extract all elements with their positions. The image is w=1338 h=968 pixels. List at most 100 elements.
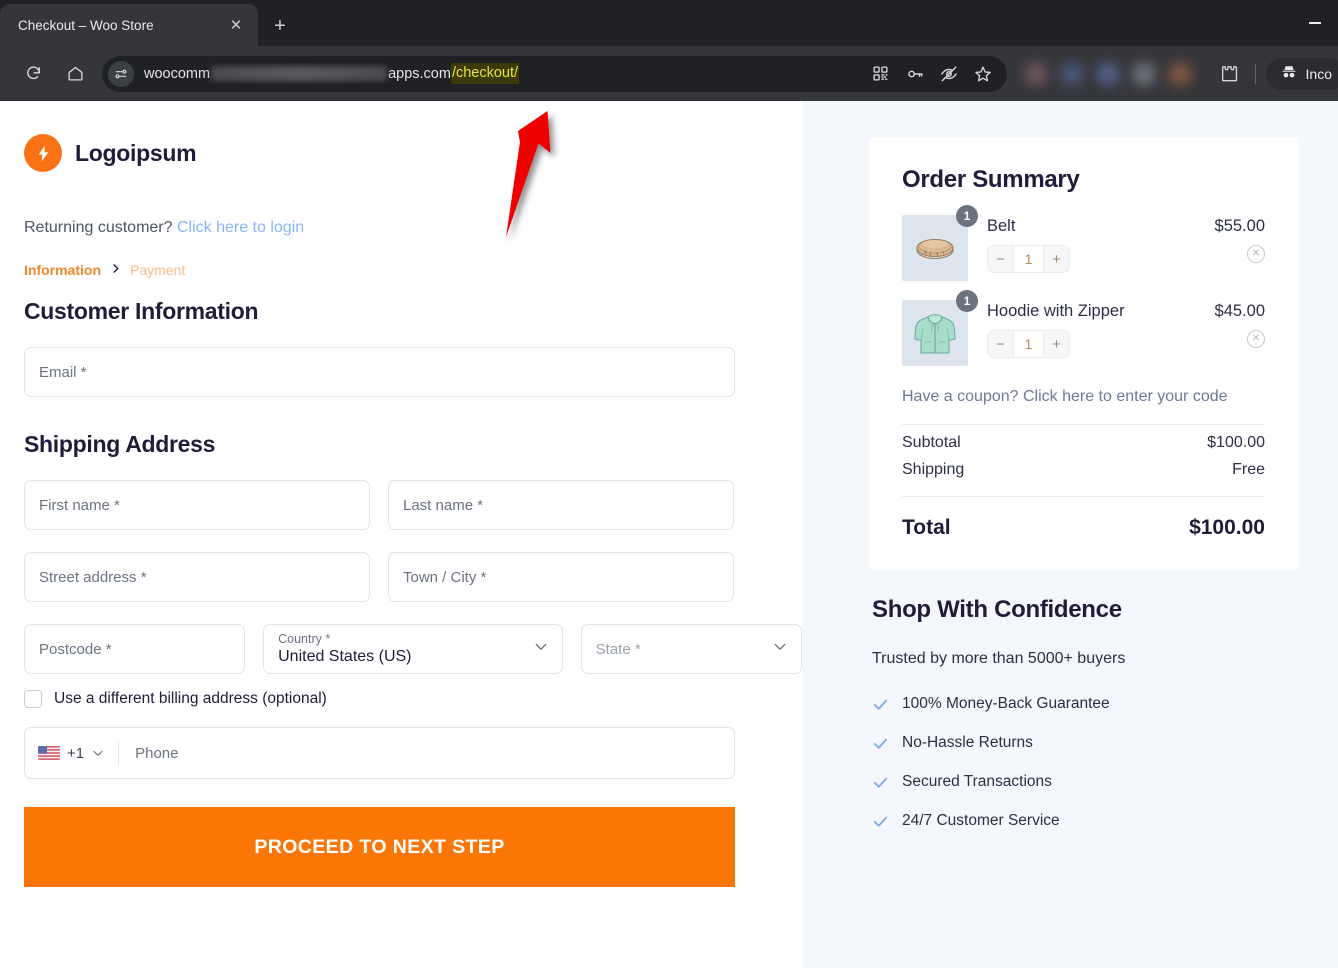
order-line-item: 1 Hoodie with Zipper − 1 + $45.00 ✕ xyxy=(902,290,1265,366)
remove-item-icon[interactable]: ✕ xyxy=(1247,245,1265,263)
quantity-value[interactable]: 1 xyxy=(1013,331,1044,357)
quantity-stepper[interactable]: − 1 + xyxy=(987,330,1070,358)
phone-field[interactable]: +1 Phone xyxy=(24,727,735,779)
url-highlighted-path: /checkout/ xyxy=(450,63,520,84)
country-value: United States (US) xyxy=(278,647,412,665)
item-quantity-badge: 1 xyxy=(956,290,978,312)
chevron-right-icon xyxy=(110,263,121,277)
first-name-field[interactable]: First name * xyxy=(24,480,370,530)
name-row: First name * Last name * xyxy=(24,480,802,530)
check-icon xyxy=(872,813,889,830)
state-select[interactable]: State * xyxy=(580,624,802,674)
checkout-form-column: Logoipsum Returning customer? Click here… xyxy=(0,101,802,968)
returning-customer-text: Returning customer? xyxy=(24,219,173,236)
product-thumbnail-wrap: 1 xyxy=(902,290,978,366)
customer-information-heading: Customer Information xyxy=(24,298,259,324)
shipping-row: Shipping Free xyxy=(902,452,1265,496)
trust-item-label: Secured Transactions xyxy=(902,773,1052,790)
product-price: $45.00 xyxy=(1214,302,1265,320)
coupon-link[interactable]: Have a coupon? Click here to enter your … xyxy=(902,388,1265,406)
city-field[interactable]: Town / City * xyxy=(388,552,734,602)
phone-input[interactable]: Phone xyxy=(119,745,178,762)
email-field[interactable]: Email * xyxy=(24,347,735,397)
country-label: Country * xyxy=(278,631,331,646)
order-summary-title: Order Summary xyxy=(902,166,1080,193)
bolt-logo-icon xyxy=(24,134,62,172)
quantity-stepper[interactable]: − 1 + xyxy=(987,245,1070,273)
billing-address-label: Use a different billing address (optiona… xyxy=(54,690,327,707)
belt-thumbnail[interactable] xyxy=(902,215,968,281)
shipping-label: Shipping xyxy=(902,461,965,478)
order-item-details: Belt − 1 + xyxy=(968,215,1215,281)
browser-window: Checkout – Woo Store ✕ + woocomm apps.co… xyxy=(0,0,1338,968)
url-suffix: apps.com xyxy=(388,65,451,82)
incognito-indicator[interactable]: Inco xyxy=(1265,57,1338,90)
breadcrumb-information[interactable]: Information xyxy=(24,262,101,278)
incognito-label: Inco xyxy=(1305,65,1332,82)
url-text[interactable]: woocomm apps.com/checkout/ xyxy=(144,63,520,84)
address-bar[interactable]: woocomm apps.com/checkout/ xyxy=(102,55,1007,92)
phone-country-code: +1 xyxy=(67,744,85,762)
hoodie-thumbnail[interactable] xyxy=(902,300,968,366)
trust-item-label: 24/7 Customer Service xyxy=(902,812,1060,829)
product-price: $55.00 xyxy=(1214,217,1265,235)
tab-strip: Checkout – Woo Store ✕ + xyxy=(0,0,1338,46)
billing-address-checkbox[interactable] xyxy=(24,690,42,708)
tab-title: Checkout – Woo Store xyxy=(18,17,154,33)
country-select[interactable]: Country * United States (US) xyxy=(263,624,563,674)
check-icon xyxy=(872,774,889,791)
order-item-details: Hoodie with Zipper − 1 + xyxy=(968,300,1215,366)
street-address-field[interactable]: Street address * xyxy=(24,552,370,602)
decrease-quantity-button[interactable]: − xyxy=(988,246,1013,272)
shipping-address-heading: Shipping Address xyxy=(24,431,216,457)
trust-list-item: No-Hassle Returns xyxy=(872,734,1298,752)
login-link[interactable]: Click here to login xyxy=(177,219,304,236)
star-icon[interactable] xyxy=(967,59,999,89)
new-tab-button[interactable]: + xyxy=(266,12,294,40)
omnibox-actions xyxy=(865,59,1001,89)
billing-address-checkbox-row[interactable]: Use a different billing address (optiona… xyxy=(24,690,802,708)
minimize-icon[interactable] xyxy=(1292,3,1338,43)
increase-quantity-button[interactable]: + xyxy=(1044,246,1069,272)
order-summary-card: Order Summary 1 Belt − 1 + $55.00 ✕ 1 Ho… xyxy=(869,137,1298,570)
trust-list-item: 100% Money-Back Guarantee xyxy=(872,695,1298,713)
us-flag-icon xyxy=(38,746,60,760)
increase-quantity-button[interactable]: + xyxy=(1044,331,1069,357)
window-controls xyxy=(1292,0,1338,46)
state-placeholder: State * xyxy=(595,640,641,658)
page-content: Logoipsum Returning customer? Click here… xyxy=(0,101,1338,968)
trust-subtitle: Trusted by more than 5000+ buyers xyxy=(872,650,1126,667)
proceed-to-next-step-button[interactable]: PROCEED TO NEXT STEP xyxy=(24,807,735,887)
browser-tab[interactable]: Checkout – Woo Store ✕ xyxy=(0,4,258,46)
toolbar-divider xyxy=(1254,63,1256,84)
order-line-item: 1 Belt − 1 + $55.00 ✕ xyxy=(902,205,1265,281)
breadcrumb: Information Payment xyxy=(24,262,802,278)
shipping-value: Free xyxy=(1232,461,1265,478)
postcode-field[interactable]: Postcode * xyxy=(24,624,246,674)
last-name-field[interactable]: Last name * xyxy=(388,480,734,530)
password-key-icon[interactable] xyxy=(899,59,931,89)
url-redacted-segment xyxy=(211,66,388,81)
trust-list-item: Secured Transactions xyxy=(872,773,1298,791)
site-settings-icon[interactable] xyxy=(108,60,134,87)
quantity-value[interactable]: 1 xyxy=(1013,246,1044,272)
phone-country-selector[interactable]: +1 xyxy=(25,728,118,778)
total-value: $100.00 xyxy=(1189,516,1265,539)
product-thumbnail-wrap: 1 xyxy=(902,205,978,281)
region-row: Postcode * Country * United States (US) … xyxy=(24,624,802,674)
eye-off-icon[interactable] xyxy=(933,59,965,89)
check-icon xyxy=(872,696,889,713)
breadcrumb-payment[interactable]: Payment xyxy=(130,262,185,278)
total-row: Total $100.00 xyxy=(902,497,1265,540)
store-logo[interactable]: Logoipsum xyxy=(24,134,802,172)
subtotal-value: $100.00 xyxy=(1207,434,1265,451)
extensions-puzzle-icon[interactable] xyxy=(1215,59,1245,89)
order-item-pricing: $45.00 ✕ xyxy=(1215,300,1265,366)
trust-title: Shop With Confidence xyxy=(872,596,1122,623)
remove-item-icon[interactable]: ✕ xyxy=(1247,330,1265,348)
qr-code-icon[interactable] xyxy=(865,59,897,89)
home-icon[interactable] xyxy=(60,59,90,89)
decrease-quantity-button[interactable]: − xyxy=(988,331,1013,357)
reload-icon[interactable] xyxy=(18,59,48,89)
close-icon[interactable]: ✕ xyxy=(224,13,248,37)
